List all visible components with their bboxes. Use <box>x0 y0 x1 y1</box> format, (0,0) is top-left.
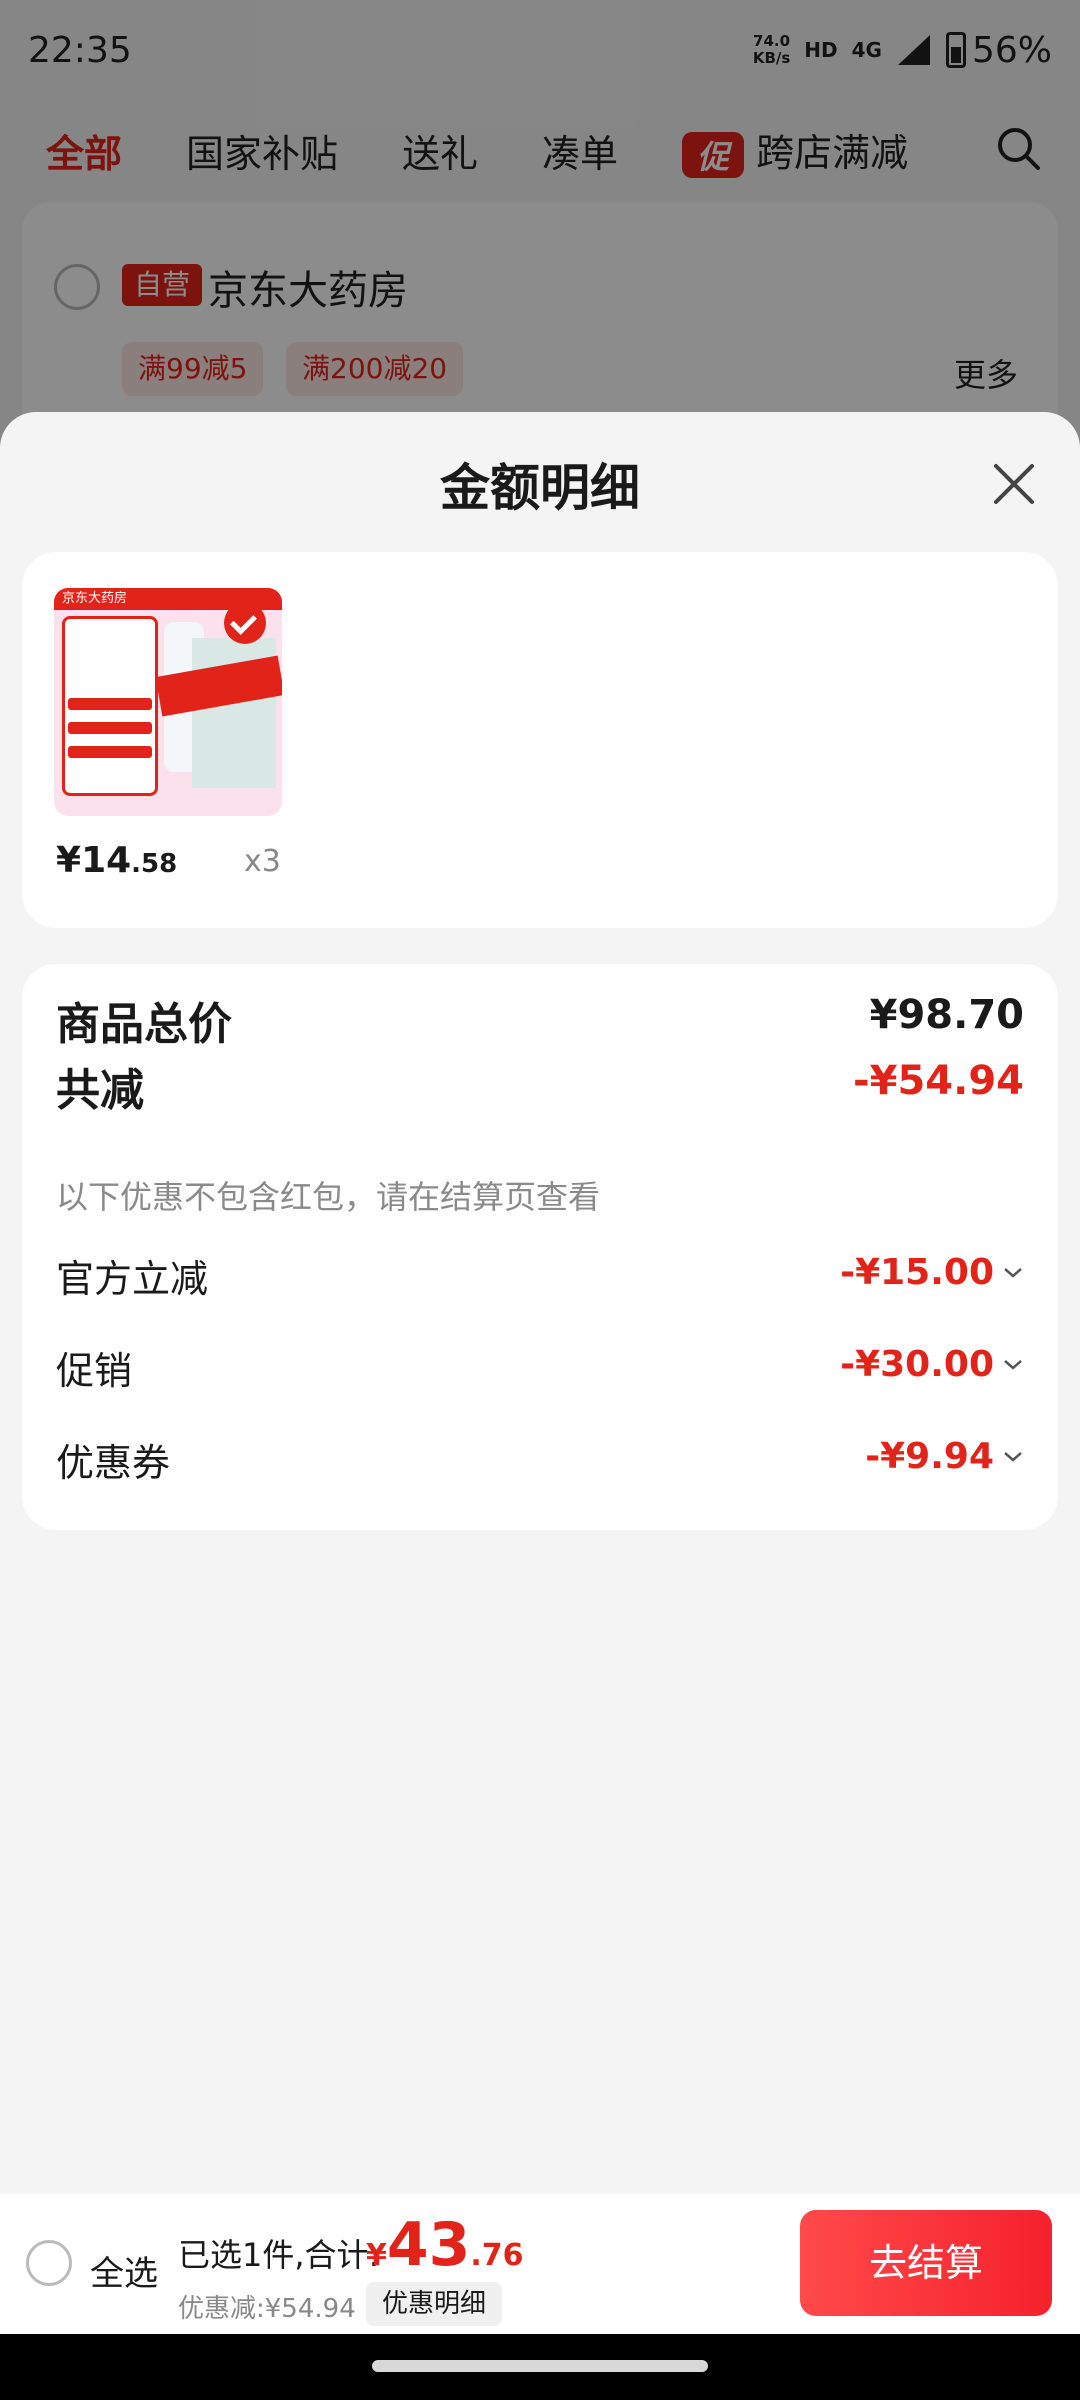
discount-note: 以下优惠不包含红包，请在结算页查看 <box>56 1178 601 1216</box>
close-icon[interactable] <box>984 454 1044 514</box>
home-indicator[interactable] <box>372 2360 708 2372</box>
saved-amount: 优惠减:¥54.94 <box>178 2294 356 2324</box>
select-all-label[interactable]: 全选 <box>90 2246 158 2295</box>
official-discount-value[interactable]: -¥15.00 <box>840 1252 1024 1293</box>
official-discount-label: 官方立减 <box>56 1257 209 1301</box>
goods-total-label: 商品总价 <box>56 999 232 1050</box>
product-price: ¥14.58 <box>56 840 178 881</box>
amount-detail-sheet: 金额明细 京东大药房 ¥14.58 x3 商品总价 ¥98.70 共减 -¥54… <box>0 412 1080 2194</box>
coupon-value[interactable]: -¥9.94 <box>865 1436 1024 1477</box>
chevron-down-icon <box>1004 1267 1022 1278</box>
system-nav-bar <box>0 2334 1080 2400</box>
selected-check-icon <box>224 602 266 644</box>
chevron-down-icon <box>1004 1359 1022 1370</box>
checkout-bar: 全选 已选1件,合计: ¥43.76 优惠减:¥54.94 优惠明细 去结算 <box>0 2194 1080 2334</box>
coupon-label: 优惠券 <box>56 1441 171 1485</box>
select-all-radio[interactable] <box>26 2240 72 2286</box>
sheet-title: 金额明细 <box>440 459 640 517</box>
promotion-value[interactable]: -¥30.00 <box>840 1344 1024 1385</box>
promotion-label: 促销 <box>56 1349 133 1393</box>
product-quantity: x3 <box>244 844 281 879</box>
discount-detail-button[interactable]: 优惠明细 <box>366 2282 503 2326</box>
product-thumbnail[interactable]: 京东大药房 <box>54 588 282 816</box>
total-amount: ¥43.76 <box>366 2210 524 2280</box>
price-detail-card: 商品总价 ¥98.70 共减 -¥54.94 以下优惠不包含红包，请在结算页查看… <box>22 964 1058 1530</box>
checkout-button[interactable]: 去结算 <box>800 2210 1052 2316</box>
selected-summary: 已选1件,合计: <box>178 2236 380 2274</box>
total-reduce-label: 共减 <box>56 1065 144 1116</box>
total-reduce-value: -¥54.94 <box>853 1058 1024 1104</box>
goods-total-value: ¥98.70 <box>869 992 1024 1038</box>
chevron-down-icon <box>1004 1451 1022 1462</box>
product-card: 京东大药房 ¥14.58 x3 <box>22 552 1058 928</box>
